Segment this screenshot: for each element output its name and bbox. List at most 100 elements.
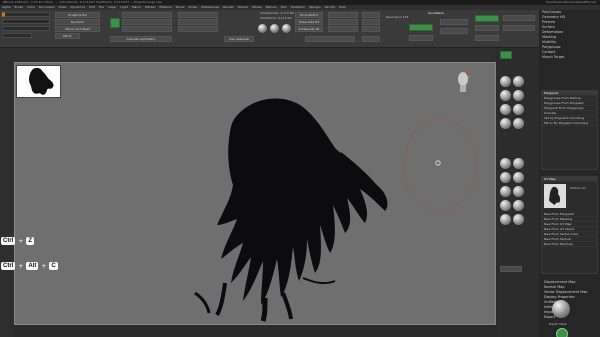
shelf-brush-18-icon[interactable] (513, 214, 524, 225)
polypaint-item-5[interactable]: Mirror By Polypaint Colorizing (542, 121, 597, 126)
adaptive-size-slider[interactable] (475, 35, 499, 41)
menu-item-stencil[interactable]: Stencil (236, 5, 250, 9)
alt-key: Alt (26, 262, 39, 270)
stroke-slider[interactable] (122, 19, 172, 25)
rotate-mode-button[interactable] (362, 36, 380, 42)
menu-item-preferences[interactable]: Preferences (199, 5, 221, 9)
menu-item-macro[interactable]: Macro (130, 5, 143, 9)
intensity-slider[interactable] (305, 36, 355, 42)
menu-item-document[interactable]: Document (37, 5, 57, 9)
sculptris-pro-button[interactable]: Sculptris Pro (55, 12, 100, 18)
menu-item-light[interactable]: Light (118, 5, 130, 9)
shelf-brush-9-icon[interactable] (500, 158, 511, 169)
project-slider[interactable] (440, 19, 468, 25)
zadd-slider[interactable] (328, 26, 358, 32)
edit-mode-button[interactable] (362, 12, 380, 18)
menu-item-layer[interactable]: Layer (106, 5, 118, 9)
shelf-brush-7-icon[interactable] (500, 118, 511, 129)
menu-item-draw[interactable]: Draw (57, 5, 69, 9)
draw-mode-button[interactable] (362, 19, 380, 25)
mirror-weld-button[interactable]: Mirror And Weld (55, 26, 100, 32)
menu-item-brush[interactable]: Brush (13, 5, 26, 9)
menu-item-edit[interactable]: Edit (87, 5, 97, 9)
shelf-brush-4-icon[interactable] (513, 90, 524, 101)
menu-item-render[interactable]: Render (221, 5, 236, 9)
head-navigation-icon[interactable] (456, 71, 470, 93)
shelf-brush-16-icon[interactable] (513, 200, 524, 211)
texture-slider[interactable] (178, 19, 218, 25)
shelf-brush-5-icon[interactable] (500, 104, 511, 115)
sculpt-slider-4[interactable] (2, 33, 32, 38)
polish-slider[interactable] (409, 24, 433, 31)
shelf-brush-14-icon[interactable] (513, 186, 524, 197)
rgb-slider[interactable] (328, 12, 358, 18)
same-button[interactable] (503, 25, 535, 31)
menu-item-alpha[interactable]: Alpha (0, 5, 13, 9)
blur-slider[interactable] (409, 35, 433, 41)
shelf-brush-12-icon[interactable] (513, 172, 524, 183)
document-canvas[interactable] (14, 62, 496, 325)
use-absolute-button[interactable]: Use Absolute (224, 36, 254, 42)
move-mode-button[interactable] (362, 26, 380, 32)
draw-size-slider[interactable]: Draw Size 64 (295, 19, 323, 25)
texture-on-label[interactable]: Texture On (570, 186, 586, 190)
material-sphere-2[interactable] (270, 24, 279, 33)
shelf-brush-8-icon[interactable] (513, 118, 524, 129)
menu-item-picker[interactable]: Picker (187, 5, 200, 9)
shelf-brush-11-icon[interactable] (500, 172, 511, 183)
menu-item-texture[interactable]: Texture (264, 5, 279, 9)
menu-item-marker[interactable]: Marker (143, 5, 157, 9)
shelf-brush-3-icon[interactable] (500, 90, 511, 101)
shelf-brush-2-icon[interactable] (513, 76, 524, 87)
shelf-brush-1-icon[interactable] (500, 76, 511, 87)
menu-item-file[interactable]: File (97, 5, 106, 9)
menu-item-dynamics[interactable]: Dynamics (68, 5, 87, 9)
shelf-brush-15-icon[interactable] (500, 200, 511, 211)
sculpt-model-silhouette[interactable] (165, 93, 405, 323)
menu-item-tool[interactable]: Tool (278, 5, 288, 9)
mrgb-slider[interactable] (328, 19, 358, 25)
navigator-thumbnail[interactable] (16, 65, 61, 98)
mirror-button[interactable]: Mirror (55, 33, 80, 39)
material-preview-sphere[interactable] (552, 300, 570, 318)
shelf-brush-13-icon[interactable] (500, 186, 511, 197)
dynamic-button[interactable]: Dynamic (55, 19, 100, 25)
green-tool-button[interactable] (110, 18, 120, 28)
half-button[interactable] (503, 15, 535, 21)
material-sphere-3[interactable] (282, 24, 291, 33)
dynamesh-label[interactable]: DynaMesh (428, 11, 444, 15)
color-slider[interactable] (178, 26, 218, 32)
sculpt-slider-1[interactable] (2, 12, 50, 17)
menu-item-material[interactable]: Material (157, 5, 173, 9)
texture-item-6[interactable]: New From Polymap (542, 242, 597, 247)
tool-subpalette-9[interactable]: Morph Target (539, 55, 600, 60)
shelf-brush-10-icon[interactable] (513, 158, 524, 169)
sculpt-slider-2[interactable] (2, 19, 50, 24)
menu-item-color[interactable]: Color (25, 5, 37, 9)
shelf-brush-6-icon[interactable] (513, 104, 524, 115)
focal-shift-slider[interactable]: Focal Shift 0 (295, 12, 323, 18)
shelf-slider[interactable] (500, 266, 522, 272)
brush-slider[interactable] (122, 12, 172, 18)
depth-mask-dial-icon[interactable] (556, 328, 568, 337)
texture-thumbnail[interactable] (544, 184, 566, 208)
material-sphere-1[interactable] (258, 24, 267, 33)
menu-item-stroke[interactable]: Stroke (250, 5, 264, 9)
menu-item-help[interactable]: Help (337, 5, 348, 9)
tool-subpalette-bottom-7[interactable]: Export (541, 315, 598, 320)
hotkey-redo: Ctrl + Alt + C (1, 262, 58, 270)
shelf-brush-17-icon[interactable] (500, 214, 511, 225)
activate-symmetry-button[interactable]: Activate Symmetry (110, 36, 172, 42)
material-slider[interactable] (178, 12, 218, 18)
menu-item-zscript[interactable]: Zscript (323, 5, 337, 9)
target-polygons-slider[interactable] (475, 25, 499, 31)
zremesher-button[interactable] (475, 15, 499, 22)
groups-slider[interactable] (440, 28, 468, 34)
alpha-slider[interactable] (122, 26, 172, 32)
sculpt-slider-3[interactable] (2, 26, 50, 31)
menu-item-movie[interactable]: Movie (174, 5, 187, 9)
menu-item-zplugin[interactable]: Zplugin (307, 5, 322, 9)
shelf-green-button[interactable] (500, 51, 512, 59)
z-intensity-slider[interactable]: Z Intensity 25 (295, 26, 323, 32)
menu-item-transform[interactable]: Transform (288, 5, 307, 9)
